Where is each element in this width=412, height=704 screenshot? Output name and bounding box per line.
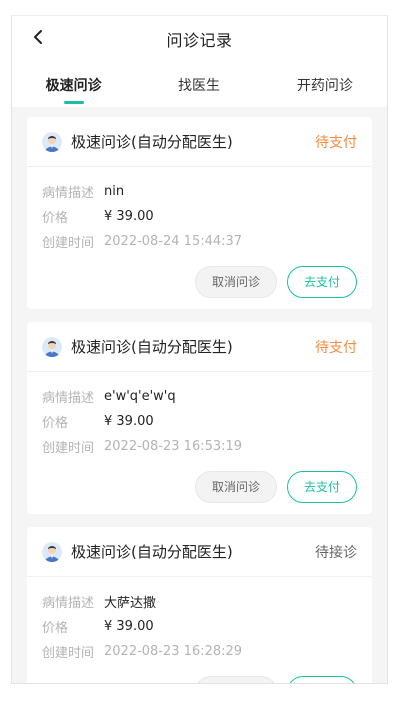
status-badge: 待支付 [315, 339, 357, 356]
back-button[interactable] [28, 29, 48, 49]
description-value: 大萨达撒 [104, 596, 157, 611]
chevron-left-icon [32, 29, 44, 49]
price-value: ¥ 39.00 [104, 209, 154, 224]
pay-button[interactable]: 去支付 [287, 265, 357, 298]
consult-type-title: 极速问诊(自动分配医生) [71, 543, 233, 561]
created-label: 创建时间 [42, 646, 95, 661]
description-row: 病情描述 nin [42, 179, 357, 204]
created-label: 创建时间 [42, 441, 95, 456]
card-body: 病情描述 大萨达撒 价格 ¥ 39.00 创建时间 2022-08-23 16:… [27, 577, 372, 664]
created-value: 2022-08-23 16:28:29 [104, 644, 243, 659]
created-value: 2022-08-24 15:44:37 [104, 234, 243, 249]
pay-button[interactable] [287, 675, 357, 683]
card-actions [27, 664, 372, 683]
tab-label: 极速问诊 [45, 77, 102, 94]
nav-bar: 问诊记录 [12, 16, 387, 62]
price-row: 价格 ¥ 39.00 [42, 204, 357, 229]
consult-type-title: 极速问诊(自动分配医生) [71, 338, 233, 356]
description-value: nin [104, 184, 125, 199]
consult-record-card[interactable]: 极速问诊(自动分配医生) 待接诊 病情描述 大萨达撒 价格 ¥ 39.00 创建… [27, 527, 372, 683]
tab-find-doctor[interactable]: 找医生 [135, 62, 262, 107]
created-label: 创建时间 [42, 236, 95, 251]
description-row: 病情描述 e'w'q'e'w'q [42, 384, 357, 409]
description-label: 病情描述 [42, 596, 95, 611]
price-label: 价格 [42, 621, 69, 636]
pay-button[interactable]: 去支付 [287, 470, 357, 503]
price-row: 价格 ¥ 39.00 [42, 614, 357, 639]
created-value: 2022-08-23 16:53:19 [104, 439, 243, 454]
description-value: e'w'q'e'w'q [104, 389, 176, 404]
consult-record-card[interactable]: 极速问诊(自动分配医生) 待支付 病情描述 e'w'q'e'w'q 价格 ¥ 3… [27, 322, 372, 514]
price-label: 价格 [42, 211, 69, 226]
doctor-avatar-icon [42, 131, 62, 152]
doctor-avatar-icon [42, 336, 62, 357]
tab-bar: 极速问诊 找医生 开药问诊 [12, 62, 387, 107]
card-body: 病情描述 e'w'q'e'w'q 价格 ¥ 39.00 创建时间 2022-08… [27, 372, 372, 459]
status-badge: 待支付 [315, 134, 357, 151]
tab-label: 找医生 [178, 77, 220, 94]
cancel-consult-button[interactable]: 取消问诊 [195, 470, 277, 503]
cancel-consult-button[interactable] [195, 675, 277, 683]
card-body: 病情描述 nin 价格 ¥ 39.00 创建时间 2022-08-24 15:4… [27, 167, 372, 254]
price-label: 价格 [42, 416, 69, 431]
price-value: ¥ 39.00 [104, 414, 154, 429]
card-header: 极速问诊(自动分配医生) 待支付 [27, 117, 372, 167]
status-badge: 待接诊 [315, 544, 357, 561]
tab-fast-consult[interactable]: 极速问诊 [12, 62, 135, 107]
page-title: 问诊记录 [166, 31, 233, 50]
created-row: 创建时间 2022-08-23 16:28:29 [42, 639, 357, 664]
consult-record-card[interactable]: 极速问诊(自动分配医生) 待支付 病情描述 nin 价格 ¥ 39.00 创建时… [27, 117, 372, 309]
card-header: 极速问诊(自动分配医生) 待接诊 [27, 527, 372, 577]
created-row: 创建时间 2022-08-23 16:53:19 [42, 434, 357, 459]
active-tab-indicator [63, 101, 84, 104]
created-row: 创建时间 2022-08-24 15:44:37 [42, 229, 357, 254]
cancel-consult-button[interactable]: 取消问诊 [195, 265, 277, 298]
description-label: 病情描述 [42, 186, 95, 201]
tab-label: 开药问诊 [296, 77, 353, 94]
price-value: ¥ 39.00 [104, 619, 154, 634]
doctor-avatar-icon [42, 541, 62, 562]
description-row: 病情描述 大萨达撒 [42, 589, 357, 614]
card-header: 极速问诊(自动分配医生) 待支付 [27, 322, 372, 372]
card-actions: 取消问诊 去支付 [27, 254, 372, 309]
description-label: 病情描述 [42, 391, 95, 406]
phone-screen: 问诊记录 极速问诊 找医生 开药问诊 极速问诊(自动分配医生) 待支付 病情描述… [11, 15, 388, 684]
card-actions: 取消问诊 去支付 [27, 459, 372, 514]
price-row: 价格 ¥ 39.00 [42, 409, 357, 434]
tab-prescription-consult[interactable]: 开药问诊 [263, 62, 387, 107]
consult-type-title: 极速问诊(自动分配医生) [71, 133, 233, 151]
